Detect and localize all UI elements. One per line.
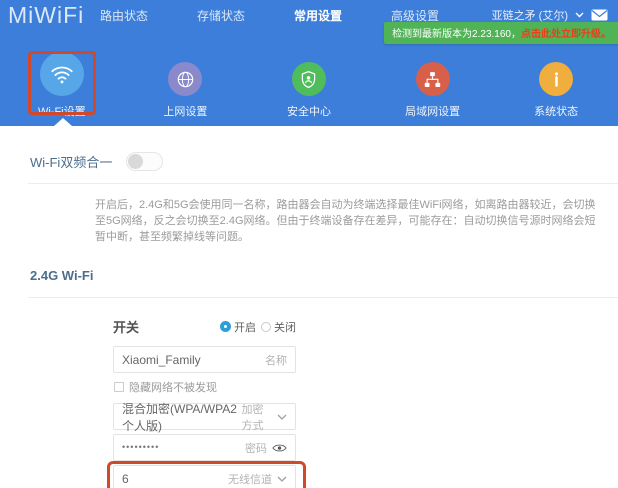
divider (28, 297, 618, 298)
hide-network-label: 隐藏网络不被发现 (129, 382, 217, 394)
quicknav-lan-settings[interactable]: 局域网设置 (371, 30, 495, 126)
security-center-circle (291, 62, 326, 96)
content: Wi-Fi双频合一 开启后，2.4G和5G会使用同一名称，路由器会自动为终端选择… (0, 152, 618, 488)
encryption-field-label: 加密方式 (241, 403, 264, 432)
chevron-down-icon (277, 414, 287, 420)
chevron-down-icon[interactable] (575, 12, 584, 18)
update-banner: 检测到最新版本为2.23.160，点击此处立即升级。 (384, 22, 618, 44)
shield-icon (298, 69, 319, 90)
checkbox-icon[interactable] (114, 382, 124, 392)
miwifi-settings-page: MiWiFi 路由状态 存储状态 常用设置 高级设置 亚链之矛 (艾尔) 检测到… (0, 0, 618, 488)
encryption-value: 混合加密(WPA/WPA2个人版) (122, 401, 237, 433)
wifi-settings-circle (39, 52, 84, 96)
channel-field-wrap: 6 无线信道 (107, 461, 306, 488)
user-area: 亚链之矛 (艾尔) (492, 7, 608, 23)
update-banner-text: 检测到最新版本为2.23.160， (392, 29, 521, 40)
update-now-link[interactable]: 点击此处立即升级。 (521, 29, 611, 40)
radio-on[interactable]: 开启 (220, 319, 256, 335)
dual-band-label: Wi-Fi双频合一 (30, 155, 113, 170)
quicknav-wifi-settings[interactable]: Wi-Fi设置 (0, 30, 124, 126)
section-title-24g: 2.4G Wi-Fi (30, 268, 94, 283)
radio-on-label: 开启 (234, 321, 256, 334)
password-value: ••••••••• (122, 442, 160, 452)
miwifi-logo: MiWiFi (8, 1, 85, 28)
eye-icon[interactable] (272, 443, 287, 453)
toggle-knob (128, 154, 144, 169)
active-tab-pointer (54, 118, 72, 126)
radio-unselected-icon (261, 321, 271, 332)
radio-off-label: 关闭 (274, 321, 296, 334)
quicknav-label: 局域网设置 (405, 106, 461, 118)
header: MiWiFi 路由状态 存储状态 常用设置 高级设置 亚链之矛 (艾尔) 检测到… (0, 0, 618, 126)
ssid-value: Xiaomi_Family (122, 352, 201, 367)
username[interactable]: 亚链之矛 (艾尔) (492, 7, 568, 23)
internet-settings-circle (168, 62, 203, 96)
quicknav-label: 安全中心 (286, 106, 331, 118)
switch-row: 开关 开启 关闭 (113, 317, 296, 336)
quicknav-system-status[interactable]: 系统状态 (494, 30, 618, 126)
quicknav-label: 系统状态 (534, 106, 579, 118)
nav-item-storage-status[interactable]: 存储状态 (197, 7, 245, 24)
quicknav-label: 上网设置 (163, 106, 208, 118)
quicknav-security-center[interactable]: 安全中心 (247, 30, 371, 126)
quicknav-label: Wi-Fi设置 (37, 106, 86, 118)
channel-value: 6 (122, 471, 129, 486)
switch-label: 开关 (113, 320, 140, 335)
ssid-name-input[interactable]: Xiaomi_Family 名称 (113, 346, 296, 373)
info-icon (546, 69, 567, 90)
wifi-form: 开关 开启 关闭 Xiaomi_Family 名称 隐藏网络不被发现 混合加密(… (107, 317, 306, 488)
radio-selected-icon (220, 321, 231, 332)
chevron-down-icon (277, 476, 287, 482)
channel-field-label: 无线信道 (228, 473, 272, 486)
dual-band-row: Wi-Fi双频合一 (30, 152, 618, 171)
wifi-icon (49, 61, 75, 87)
top-nav: 路由状态 存储状态 常用设置 高级设置 (100, 7, 439, 24)
ssid-field-label: 名称 (265, 354, 287, 367)
sitemap-icon (422, 69, 443, 90)
dual-band-description: 开启后，2.4G和5G会使用同一名称，路由器会自动为终端选择最佳WiFi网络，如… (95, 199, 596, 243)
hide-network-option[interactable]: 隐藏网络不被发现 (114, 379, 296, 395)
nav-item-router-status[interactable]: 路由状态 (100, 7, 148, 24)
password-field-label: 密码 (245, 442, 267, 455)
globe-icon (175, 69, 196, 90)
nav-item-common-settings[interactable]: 常用设置 (294, 7, 342, 24)
switch-radio-group: 开启 关闭 (220, 319, 296, 335)
quick-nav: Wi-Fi设置 上网设置 安全中心 局域网设置 系统状态 (0, 30, 618, 126)
password-input[interactable]: ••••••••• 密码 (113, 434, 296, 461)
system-status-circle (539, 62, 574, 96)
channel-select[interactable]: 6 无线信道 (113, 465, 296, 488)
mail-icon[interactable] (591, 9, 608, 21)
quicknav-internet-settings[interactable]: 上网设置 (124, 30, 248, 126)
divider (28, 183, 618, 184)
radio-off[interactable]: 关闭 (261, 319, 296, 335)
nav-item-advanced-settings[interactable]: 高级设置 (391, 7, 439, 24)
dual-band-toggle[interactable] (126, 152, 164, 171)
lan-settings-circle (415, 62, 450, 96)
encryption-select[interactable]: 混合加密(WPA/WPA2个人版) 加密方式 (113, 402, 296, 433)
